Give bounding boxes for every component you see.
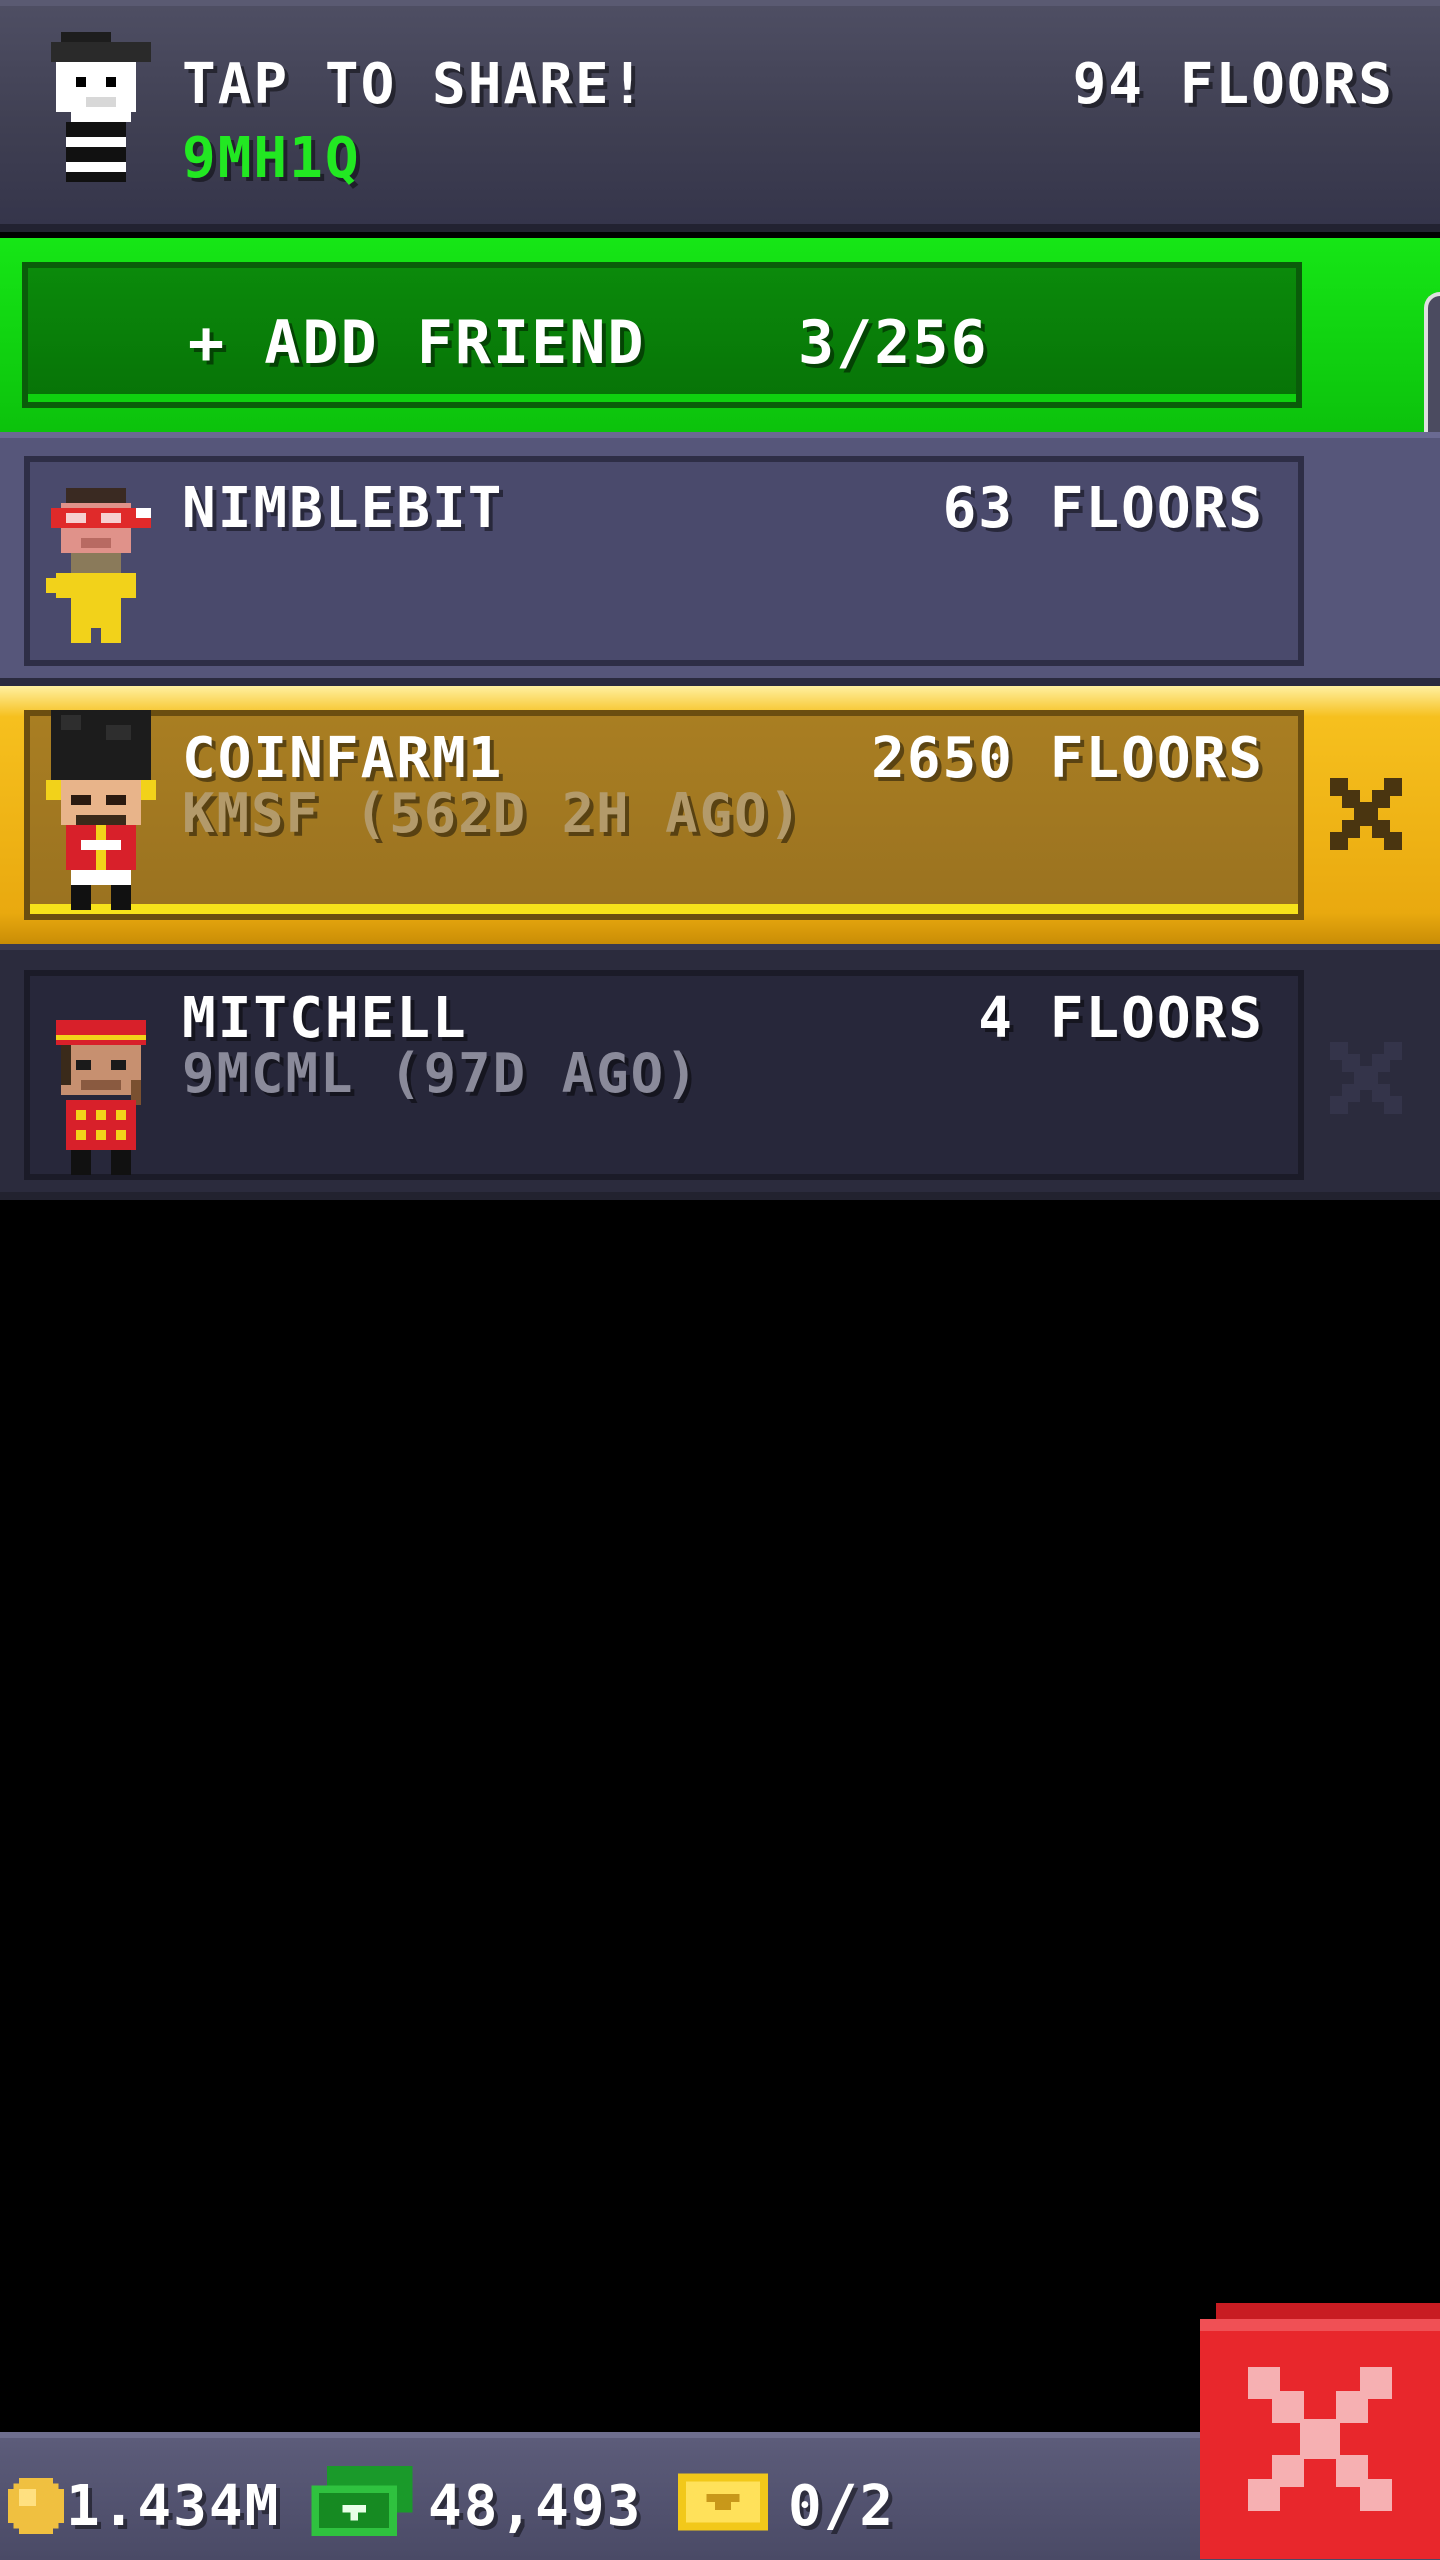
friend-row[interactable]: MITCHELL 4 FLOORS 9MCML (97D AGO): [0, 944, 1440, 1200]
red-glasses-avatar-icon: [46, 488, 151, 643]
golden-ticket-icon: [678, 2473, 768, 2531]
add-friend-label: + ADD FRIEND: [188, 308, 646, 378]
share-header[interactable]: TAP TO SHARE! 9MH1Q 94 FLOORS: [0, 0, 1440, 232]
remove-friend-icon[interactable]: [1330, 778, 1402, 850]
remove-friend-icon[interactable]: [1330, 1042, 1402, 1114]
tickets-value: 0/2: [788, 2474, 896, 2539]
friend-floors: 4 FLOORS: [978, 986, 1264, 1051]
royal-guard-avatar-icon: [46, 710, 156, 910]
add-friend-band: + ADD FRIEND 3/256: [0, 238, 1440, 432]
tap-to-share-label: TAP TO SHARE!: [182, 52, 647, 117]
friend-code-last-seen: KMSF (562D 2H AGO): [182, 782, 804, 845]
mime-avatar-icon: [51, 32, 151, 182]
bellhop-avatar-icon: [56, 1020, 146, 1175]
friend-row-highlighted[interactable]: COINFARM1 2650 FLOORS KMSF (562D 2H AGO): [0, 686, 1440, 944]
friend-floors: 2650 FLOORS: [871, 726, 1264, 791]
coins-value: 1.434M: [66, 2474, 281, 2539]
add-friend-button[interactable]: + ADD FRIEND 3/256: [22, 262, 1302, 408]
header-divider: [0, 224, 1440, 232]
friend-floors: 63 FLOORS: [942, 476, 1264, 541]
coin-icon: [8, 2478, 64, 2534]
my-floor-count: 94 FLOORS: [1072, 52, 1394, 117]
bux-icon: [311, 2466, 413, 2536]
friend-row[interactable]: NIMBLEBIT 63 FLOORS: [0, 432, 1440, 686]
friend-code-last-seen: 9MCML (97D AGO): [182, 1042, 700, 1105]
friend-count: 3/256: [798, 308, 989, 378]
bux-value: 48,493: [428, 2474, 643, 2539]
close-button[interactable]: [1200, 2302, 1440, 2560]
my-friend-code: 9MH1Q: [182, 126, 361, 191]
friend-name: NIMBLEBIT: [182, 476, 504, 541]
